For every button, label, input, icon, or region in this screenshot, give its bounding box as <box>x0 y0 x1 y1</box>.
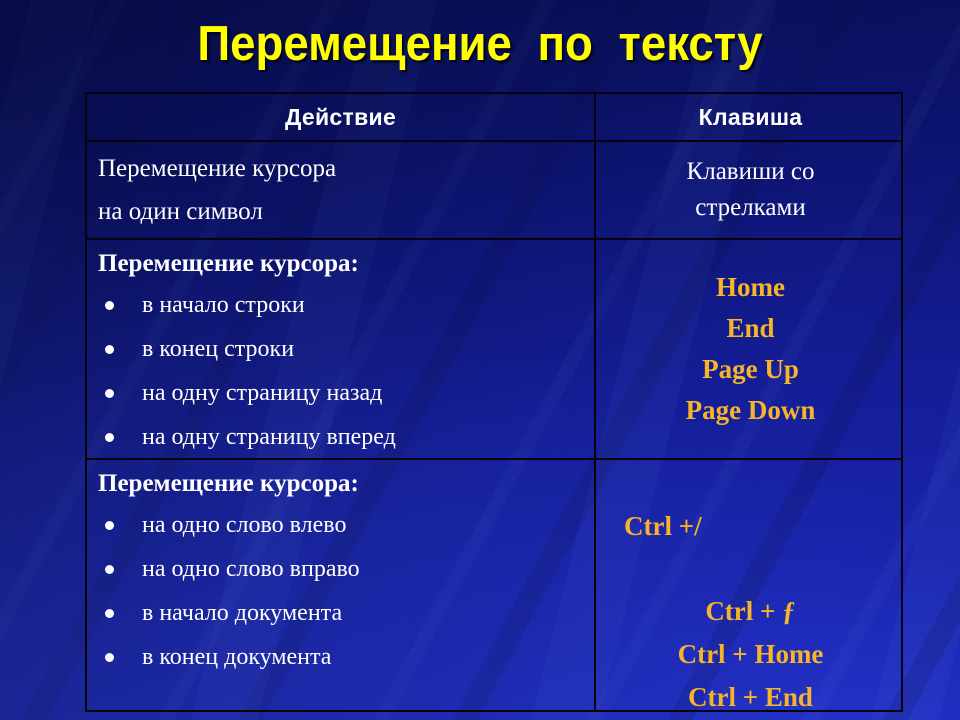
page-title: Перемещение по тексту <box>197 17 763 71</box>
header-label-action: Действие <box>284 103 397 130</box>
table-border-frame: Действие Клавиша Перемещение курсора на … <box>85 92 903 712</box>
row-1-key-line-2: стрелками <box>695 194 806 221</box>
bullet-icon <box>105 653 114 662</box>
list-item: на одно слово влево <box>87 503 594 547</box>
table-row: Перемещение курсора: на одно слово влево… <box>87 460 901 712</box>
row-2-action-bullet-list: в начало строки в конец строки на одну с… <box>87 283 594 459</box>
row-1-action-line-2: на один символ <box>98 198 263 225</box>
table-row: Перемещение курсора на один символ Клави… <box>87 142 901 240</box>
row-2-key-line-2: End <box>726 313 775 343</box>
row-2-bullet-label-1: в начало строки <box>142 292 305 318</box>
row-2-key-list: Home End Page Up Page Down <box>596 240 901 458</box>
bullet-icon <box>105 433 114 442</box>
list-item: на одну страницу вперед <box>87 415 594 459</box>
row-2-bullet-label-3: на одну страницу назад <box>142 380 383 406</box>
row-2-action-heading: Перемещение курсора: <box>98 250 359 277</box>
bullet-icon <box>105 565 114 574</box>
row-3-bullet-label-3: в начало документа <box>142 600 343 626</box>
row-3-key-line-3: Ctrl + Home <box>677 639 824 669</box>
row-1-key-cell: Клавиши со стрелками <box>596 142 901 238</box>
row-3-action-bullet-list: на одно слово влево на одно слово вправо… <box>87 503 594 679</box>
header-cell-key: Клавиша <box>596 94 901 140</box>
table-header-row: Действие Клавиша <box>87 94 901 142</box>
list-item: в начало строки <box>87 283 594 327</box>
row-3-key-cell: Ctrl +/ Ctrl + ƒ Ctrl + Home Ctrl + End <box>596 460 901 712</box>
row-1-action-text: Перемещение курсора на один символ <box>87 142 594 231</box>
header-cell-action: Действие <box>87 94 596 140</box>
bullet-icon <box>105 521 114 530</box>
bullet-icon <box>105 345 114 354</box>
row-2-bullet-label-4: на одну страницу вперед <box>142 424 396 450</box>
row-2-key-cell: Home End Page Up Page Down <box>596 240 901 458</box>
header-label-key: Клавиша <box>698 103 803 130</box>
row-3-bullet-label-4: в конец документа <box>142 644 332 670</box>
row-2-key-line-3: Page Up <box>702 354 799 384</box>
list-item: на одно слово вправо <box>87 547 594 591</box>
row-3-key-line-4: Ctrl + End <box>688 682 813 712</box>
row-1-key-list: Клавиши со стрелками <box>596 142 901 238</box>
row-3-key-line-2: Ctrl + ƒ <box>705 596 796 626</box>
bullet-icon <box>105 301 114 310</box>
row-3-key-list: Ctrl +/ Ctrl + ƒ Ctrl + Home Ctrl + End <box>596 460 901 712</box>
row-3-key-line-1: Ctrl +/ <box>624 511 702 541</box>
row-2-bullet-label-2: в конец строки <box>142 336 295 362</box>
row-3-action-cell: Перемещение курсора: на одно слово влево… <box>87 460 596 710</box>
list-item: в начало документа <box>87 591 594 635</box>
bullet-icon <box>105 609 114 618</box>
row-1-key-line-1: Клавиши со <box>686 158 815 185</box>
row-1-action-line-1: Перемещение курсора <box>98 155 337 182</box>
list-item: в конец документа <box>87 635 594 679</box>
row-3-action-heading: Перемещение курсора: <box>98 470 359 497</box>
row-3-bullet-label-1: на одно слово влево <box>142 512 347 538</box>
table-row: Перемещение курсора: в начало строки в к… <box>87 240 901 460</box>
shortcut-table: Действие Клавиша Перемещение курсора на … <box>85 92 903 712</box>
row-2-key-line-1: Home <box>716 272 785 302</box>
row-1-action-cell: Перемещение курсора на один символ <box>87 142 596 238</box>
row-3-bullet-label-2: на одно слово вправо <box>142 556 360 582</box>
bullet-icon <box>105 389 114 398</box>
list-item: на одну страницу назад <box>87 371 594 415</box>
row-2-key-line-4: Page Down <box>685 395 816 425</box>
list-item: в конец строки <box>87 327 594 371</box>
row-2-action-cell: Перемещение курсора: в начало строки в к… <box>87 240 596 458</box>
